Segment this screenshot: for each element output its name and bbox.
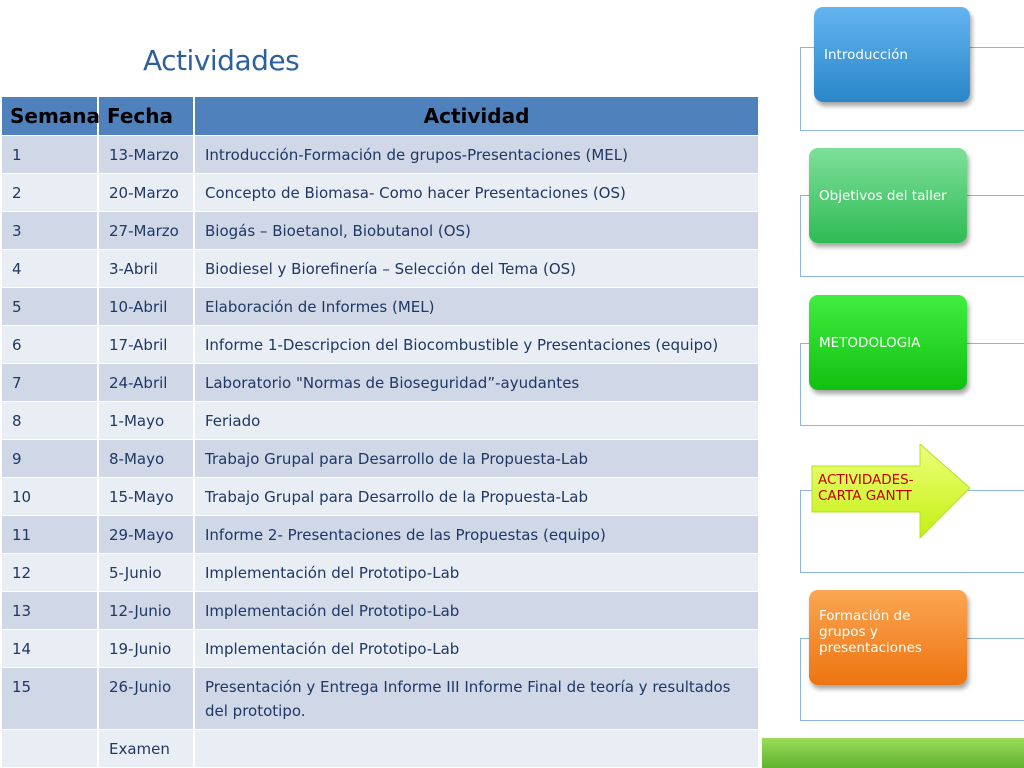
header-semana: Semana	[2, 97, 100, 136]
cell-actividad: Implementación del Prototipo-Lab	[194, 553, 760, 592]
cell-actividad	[194, 729, 760, 767]
cell-semana: 14	[2, 629, 99, 668]
table-row: 9 8-Mayo Trabajo Grupal para Desarrollo de…	[2, 439, 760, 478]
table-row: 4 3-Abril Biodiesel y Biorefinería – Selec…	[2, 249, 760, 288]
nav-metodologia-button[interactable]: METODOLOGIA	[809, 295, 967, 390]
nav-metodologia-label: METODOLOGIA	[819, 334, 921, 351]
nav-introduccion-label: Introducción	[824, 46, 908, 63]
header-actividad: Actividad	[194, 97, 760, 136]
nav-actividades-label-line2: CARTA GANTT	[818, 488, 912, 504]
table-row: 12 5-Junio Implementación del Prototipo-La…	[2, 553, 760, 592]
cell-actividad: Presentación y Entrega Informe III Infor…	[194, 667, 760, 730]
table-row: 5 10-Abril Elaboración de Informes (MEL)	[2, 287, 760, 326]
cell-fecha: 20-Marzo	[98, 173, 195, 212]
cell-fecha: 27-Marzo	[98, 211, 195, 250]
cell-actividad: Introducción-Formación de grupos-Present…	[194, 135, 760, 174]
nav-objetivos-button[interactable]: Objetivos del taller	[809, 148, 967, 243]
table-header-row: Semana Fecha Actividad	[2, 97, 760, 136]
cell-actividad: Implementación del Prototipo-Lab	[194, 591, 760, 630]
cell-fecha: 29-Mayo	[98, 515, 195, 554]
cell-fecha: 10-Abril	[98, 287, 195, 326]
cell-fecha: Examen	[98, 729, 195, 767]
cell-fecha: 26-Junio	[98, 667, 195, 730]
cell-fecha: 12-Junio	[98, 591, 195, 630]
cell-actividad: Informe 1-Descripcion del Biocombustible…	[194, 325, 760, 364]
cell-semana: 12	[2, 553, 99, 592]
cell-fecha: 1-Mayo	[98, 401, 195, 440]
cell-actividad: Laboratorio "Normas de Bioseguridad”-ayu…	[194, 363, 760, 402]
cell-actividad: Biogás – Bioetanol, Biobutanol (OS)	[194, 211, 760, 250]
cell-semana: 4	[2, 249, 99, 288]
slide-title: Actividades	[143, 44, 300, 77]
cell-semana: 10	[2, 477, 99, 516]
cell-semana: 2	[2, 173, 99, 212]
cell-fecha: 8-Mayo	[98, 439, 195, 478]
cell-semana: 15	[2, 667, 99, 730]
table-row: 14 19-Junio Implementación del Prototipo-L…	[2, 629, 760, 668]
table-row: 10 15-Mayo Trabajo Grupal para Desarrollo …	[2, 477, 760, 516]
cell-semana: 11	[2, 515, 99, 554]
cell-fecha: 3-Abril	[98, 249, 195, 288]
nav-actividades-label-line1: ACTIVIDADES-	[818, 472, 914, 488]
cell-semana: 3	[2, 211, 99, 250]
cell-semana: 5	[2, 287, 99, 326]
cell-actividad: Feriado	[194, 401, 760, 440]
cell-fecha: 13-Marzo	[98, 135, 195, 174]
cell-fecha: 5-Junio	[98, 553, 195, 592]
table-row: 6 17-Abril Informe 1-Descripcion del Bioco…	[2, 325, 760, 364]
cell-actividad: Trabajo Grupal para Desarrollo de la Pro…	[194, 439, 760, 478]
table-row: 15 26-Junio Presentación y Entrega Informe…	[2, 667, 760, 730]
table-row: 11 29-Mayo Informe 2- Presentaciones de la…	[2, 515, 760, 554]
cell-fecha: 15-Mayo	[98, 477, 195, 516]
cell-semana: 6	[2, 325, 99, 364]
header-fecha: Fecha	[98, 97, 195, 136]
nav-formacion-button[interactable]: Formación de grupos y presentaciones	[809, 590, 967, 685]
cell-semana: 7	[2, 363, 99, 402]
cell-semana: 13	[2, 591, 99, 630]
table-row: 7 24-Abril Laboratorio "Normas de Biosegur…	[2, 363, 760, 402]
table-row: Examen	[2, 729, 760, 767]
cell-semana: 1	[2, 135, 99, 174]
nav-actividades-label[interactable]: ACTIVIDADES- CARTA GANTT	[818, 472, 914, 504]
nav-introduccion-button[interactable]: Introducción	[814, 7, 970, 102]
cell-semana	[2, 729, 99, 767]
cell-actividad: Trabajo Grupal para Desarrollo de la Pro…	[194, 477, 760, 516]
table-row: 2 20-Marzo Concepto de Biomasa- Como hacer…	[2, 173, 760, 212]
cell-fecha: 24-Abril	[98, 363, 195, 402]
cell-actividad: Concepto de Biomasa- Como hacer Presenta…	[194, 173, 760, 212]
nav-objetivos-label: Objetivos del taller	[819, 187, 947, 204]
cell-fecha: 19-Junio	[98, 629, 195, 668]
table-row: 1 13-Marzo Introducción-Formación de grupo…	[2, 135, 760, 174]
nav-formacion-label: Formación de grupos y presentaciones	[819, 608, 922, 656]
cell-actividad: Implementación del Prototipo-Lab	[194, 629, 760, 668]
cell-semana: 8	[2, 401, 99, 440]
footer-green-bar	[762, 738, 1024, 768]
cell-actividad: Informe 2- Presentaciones de las Propues…	[194, 515, 760, 554]
cell-actividad: Elaboración de Informes (MEL)	[194, 287, 760, 326]
table-body: 1 13-Marzo Introducción-Formación de grupo…	[2, 135, 760, 767]
table-row: 3 27-Marzo Biogás – Bioetanol, Biobutanol …	[2, 211, 760, 250]
activities-table: Semana Fecha Actividad 1 13-Marzo Introduc…	[2, 97, 760, 767]
table-row: 13 12-Junio Implementación del Prototipo-L…	[2, 591, 760, 630]
cell-fecha: 17-Abril	[98, 325, 195, 364]
table-row: 8 1-Mayo Feriado	[2, 401, 760, 440]
cell-actividad: Biodiesel y Biorefinería – Selección del…	[194, 249, 760, 288]
cell-semana: 9	[2, 439, 99, 478]
